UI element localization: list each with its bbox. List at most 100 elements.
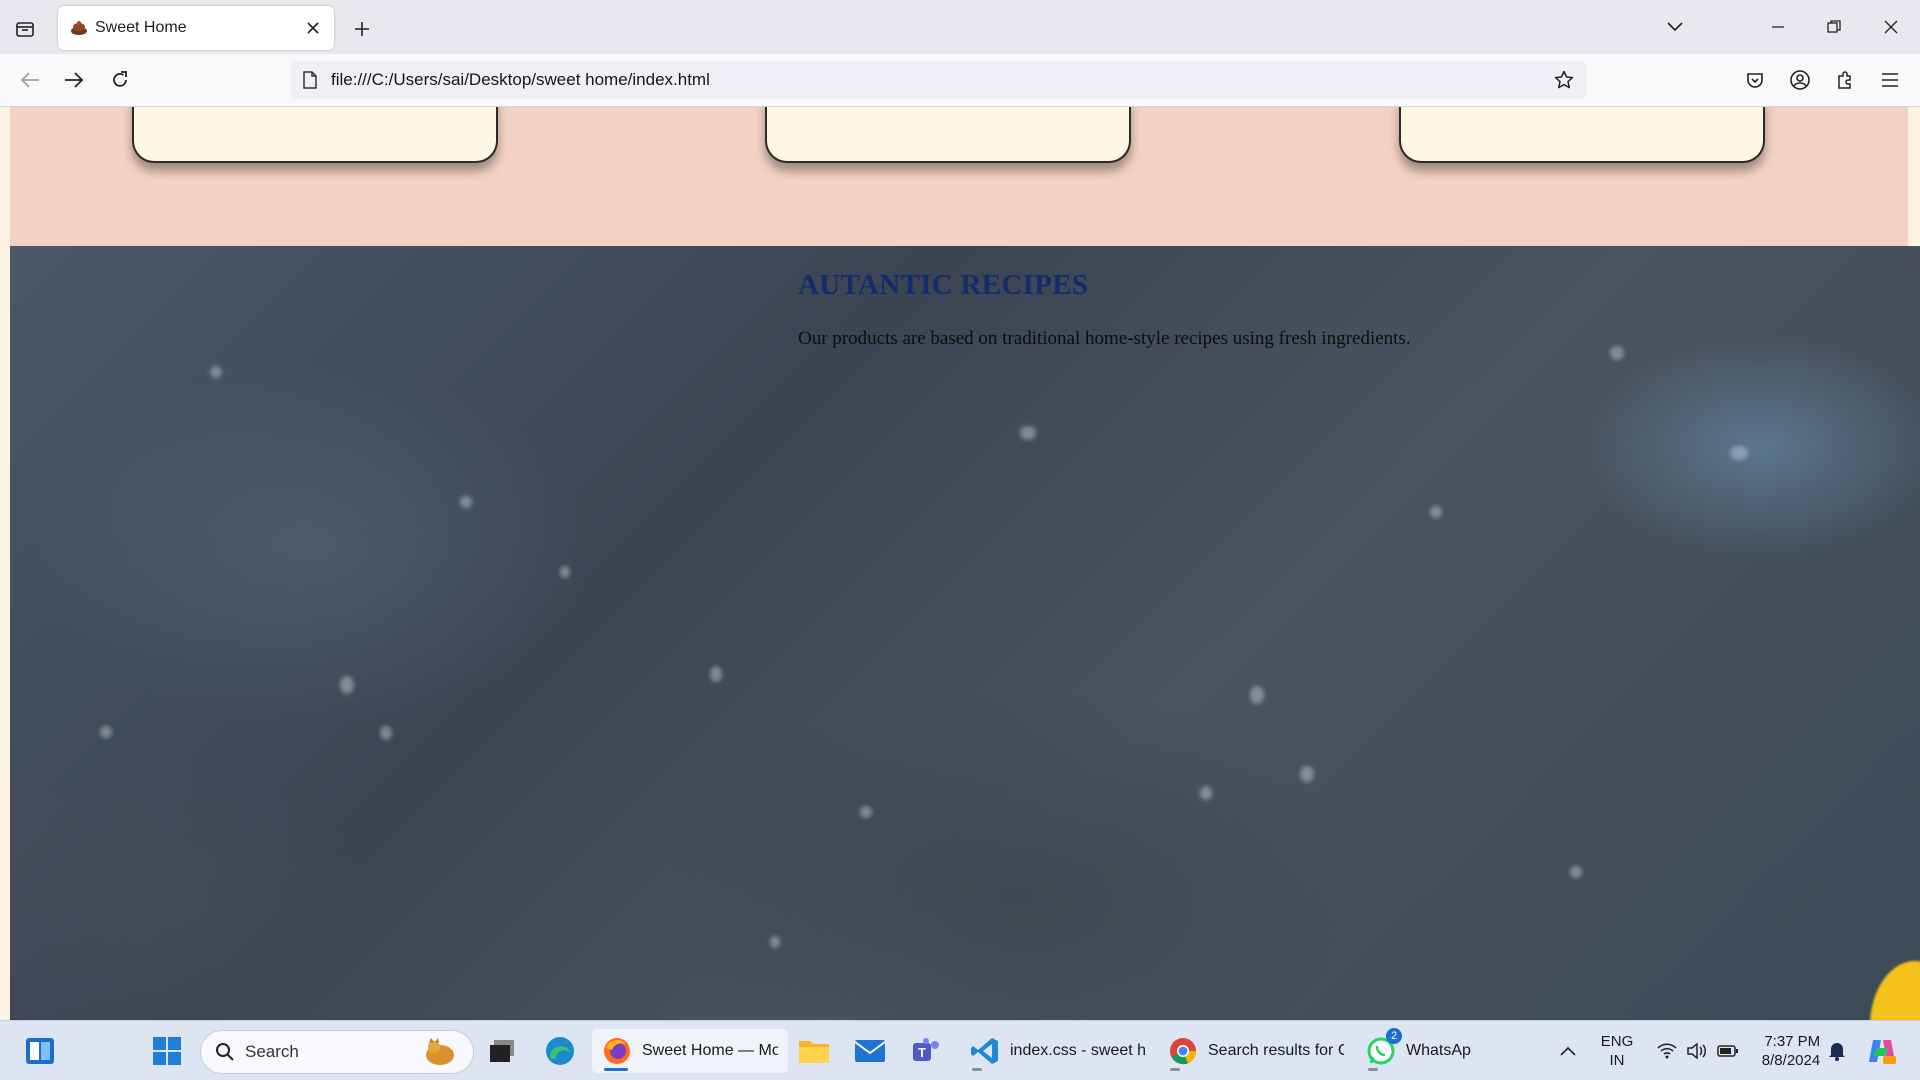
- search-icon: [213, 1040, 237, 1064]
- teams-icon: T: [913, 1038, 939, 1061]
- taskbar-app-chrome[interactable]: Search results for Co: [1158, 1029, 1354, 1073]
- star-icon: [1554, 70, 1574, 89]
- product-card: [1399, 107, 1765, 163]
- bell-icon: [1829, 1043, 1845, 1061]
- battery-icon: [1717, 1045, 1738, 1057]
- volume-icon: [1687, 1042, 1706, 1060]
- account-button[interactable]: [1782, 62, 1818, 98]
- clock-button[interactable]: 7:37 PM 8/8/2024: [1750, 1029, 1832, 1073]
- restore-icon: [1827, 20, 1841, 33]
- taskbar-app-whatsapp[interactable]: 2 WhatsApp: [1356, 1028, 1482, 1073]
- close-tab-button[interactable]: [302, 17, 324, 39]
- mail-icon: [854, 1040, 886, 1062]
- taskbar-app-label: Search results for Co: [1208, 1042, 1344, 1059]
- list-all-tabs-button[interactable]: [1660, 12, 1690, 42]
- menu-button[interactable]: [1872, 62, 1908, 98]
- taskbar: Search Sweet Home — Mozilla Firefox T in…: [0, 1020, 1920, 1080]
- chevron-up-icon: [1560, 1046, 1576, 1056]
- products-section: [10, 107, 1908, 246]
- reload-button[interactable]: [102, 62, 138, 98]
- hamburger-menu-icon: [1882, 73, 1898, 87]
- taskbar-app-label: WhatsApp: [1406, 1042, 1472, 1059]
- edge-icon: [546, 1037, 574, 1065]
- back-button[interactable]: [12, 62, 48, 98]
- pocket-icon: [1747, 73, 1763, 88]
- teams-button[interactable]: T: [904, 1029, 948, 1073]
- task-view-button[interactable]: [482, 1029, 522, 1073]
- taskbar-app-label: Sweet Home — Mozilla Firefox: [642, 1042, 778, 1059]
- taskbar-search-box[interactable]: Search: [200, 1030, 474, 1074]
- firefox-view-button[interactable]: [8, 14, 42, 44]
- cake-favicon-icon: [71, 21, 87, 35]
- wifi-icon: [1657, 1043, 1677, 1059]
- extensions-button[interactable]: [1827, 62, 1863, 98]
- folder-icon: [799, 1041, 829, 1063]
- pocket-button[interactable]: [1737, 62, 1773, 98]
- edge-button[interactable]: [538, 1029, 582, 1073]
- recipes-description: Our products are based on traditional ho…: [798, 328, 1411, 349]
- active-indicator: [604, 1068, 628, 1071]
- widgets-icon: [26, 1038, 54, 1064]
- minimize-icon: [1772, 26, 1784, 28]
- firefox-view-icon: [16, 22, 34, 37]
- plus-icon: [355, 22, 369, 36]
- puzzle-icon: [1838, 71, 1851, 89]
- vscode-icon: [968, 1034, 1002, 1068]
- close-icon: [1884, 20, 1898, 34]
- product-card: [765, 107, 1131, 163]
- widgets-button[interactable]: [18, 1029, 62, 1073]
- product-card: [132, 107, 498, 163]
- search-placeholder: Search: [245, 1042, 299, 1061]
- page-icon: [300, 70, 320, 90]
- quick-settings-button[interactable]: [1652, 1029, 1744, 1073]
- mail-button[interactable]: [848, 1029, 892, 1073]
- browser-tab[interactable]: Sweet Home: [58, 6, 334, 50]
- recipes-section: AUTANTIC RECIPES Our products are based …: [798, 269, 1411, 350]
- forward-button[interactable]: [56, 62, 92, 98]
- region-code: IN: [1609, 1052, 1625, 1069]
- close-window-button[interactable]: [1873, 10, 1909, 44]
- recipes-heading: AUTANTIC RECIPES: [798, 269, 1089, 301]
- address-bar[interactable]: file:///C:/Users/sai/Desktop/sweet home/…: [290, 61, 1586, 99]
- copilot-button[interactable]: [1862, 1029, 1902, 1073]
- search-highlight-cat-icon: [426, 1038, 454, 1065]
- language-code: ENG: [1600, 1033, 1634, 1050]
- file-explorer-button[interactable]: [792, 1029, 836, 1073]
- chevron-down-icon: [1667, 22, 1683, 32]
- whatsapp-icon: 2: [1364, 1028, 1402, 1068]
- minimize-button[interactable]: [1760, 10, 1796, 44]
- clock-date: 8/8/2024: [1761, 1052, 1821, 1069]
- svg-text:T: T: [918, 1045, 926, 1060]
- yellow-flower-decoration: [1870, 961, 1920, 1020]
- account-icon: [1790, 70, 1810, 90]
- new-tab-button[interactable]: [346, 13, 378, 45]
- restore-button[interactable]: [1816, 10, 1852, 44]
- task-view-icon: [490, 1040, 514, 1062]
- page-viewport: AUTANTIC RECIPES Our products are based …: [0, 107, 1920, 1020]
- notifications-button[interactable]: [1822, 1029, 1852, 1073]
- bookmark-star-button[interactable]: [1550, 66, 1578, 94]
- clock-time: 7:37 PM: [1764, 1033, 1821, 1050]
- taskbar-app-label: index.css - sweet home: [1010, 1042, 1146, 1059]
- tab-strip: Sweet Home: [0, 0, 1920, 54]
- running-indicator: [972, 1068, 982, 1071]
- url-text: file:///C:/Users/sai/Desktop/sweet home/…: [331, 70, 710, 89]
- chrome-icon: [1166, 1034, 1200, 1068]
- close-icon: [307, 22, 319, 34]
- arrow-left-icon: [20, 72, 39, 88]
- input-language-button[interactable]: ENG IN: [1590, 1029, 1644, 1073]
- notification-badge: 2: [1386, 1028, 1402, 1044]
- reload-icon: [113, 71, 127, 87]
- start-button[interactable]: [144, 1029, 190, 1073]
- tab-title: Sweet Home: [95, 19, 187, 36]
- windows-logo-icon: [153, 1037, 181, 1065]
- arrow-right-icon: [65, 72, 84, 88]
- copilot-icon: [1869, 1040, 1896, 1064]
- taskbar-app-firefox[interactable]: Sweet Home — Mozilla Firefox: [592, 1029, 788, 1073]
- show-hidden-icons-button[interactable]: [1552, 1029, 1584, 1073]
- running-indicator: [1368, 1068, 1378, 1071]
- running-indicator: [1170, 1068, 1180, 1071]
- taskbar-app-vscode[interactable]: index.css - sweet home: [960, 1029, 1156, 1073]
- recipes-background-image: [10, 246, 1920, 1020]
- firefox-icon: [600, 1034, 634, 1068]
